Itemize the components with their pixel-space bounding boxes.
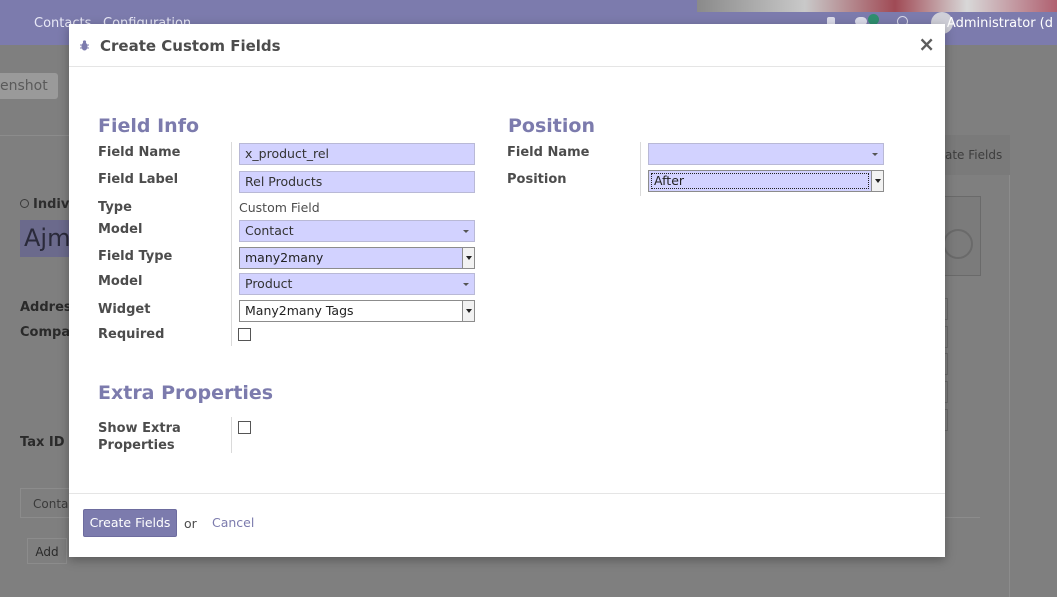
close-icon[interactable]: × (918, 33, 935, 55)
partner-name-field[interactable]: Ajm (20, 220, 70, 257)
field-name-input[interactable]: x_product_rel (239, 143, 475, 165)
required-checkbox[interactable] (238, 328, 251, 341)
add-button[interactable]: Add (27, 538, 67, 564)
field-type-label: Field Type (98, 249, 173, 264)
dialog-header: Create Custom Fields × (69, 24, 945, 67)
chevron-down-icon (872, 153, 878, 156)
image-placeholder[interactable] (942, 196, 981, 276)
field-type-value: many2many (245, 250, 324, 265)
radio-icon (20, 199, 29, 208)
individual-radio[interactable]: Indiv (20, 197, 69, 212)
extra-properties-separator (231, 417, 232, 453)
or-text: or (184, 516, 197, 531)
position-field-name-label: Field Name (507, 145, 590, 160)
select-arrow-button (462, 248, 474, 268)
create-fields-tab-label: ate Fields (945, 148, 1003, 162)
model-value: Contact (245, 223, 294, 238)
show-extra-label-line1: Show Extra (98, 421, 181, 436)
related-model-label: Model (98, 274, 143, 289)
field-label-input[interactable]: Rel Products (239, 171, 475, 193)
show-extra-label-line2: Properties (98, 438, 175, 453)
position-separator (640, 142, 641, 196)
select-arrow-button (462, 301, 474, 321)
user-menu[interactable]: Administrator (d (947, 16, 1053, 31)
focus-ring (651, 173, 869, 189)
chevron-down-icon (463, 283, 469, 286)
chevron-down-icon (463, 230, 469, 233)
create-custom-fields-dialog: Create Custom Fields × Field Info Field … (69, 24, 945, 557)
bug-icon (80, 40, 89, 51)
model-dropdown[interactable]: Contact (239, 220, 475, 242)
create-fields-button[interactable]: Create Fields (83, 509, 177, 537)
show-extra-properties-checkbox[interactable] (238, 421, 251, 434)
field-info-separator (231, 142, 232, 346)
required-label: Required (98, 327, 165, 342)
camera-plus-icon (943, 229, 973, 259)
cancel-link[interactable]: Cancel (212, 515, 254, 530)
widget-value: Many2many Tags (245, 303, 354, 318)
related-model-value: Product (245, 276, 293, 291)
chevron-down-icon (466, 309, 472, 313)
related-model-dropdown[interactable]: Product (239, 273, 475, 295)
position-label: Position (507, 172, 567, 187)
create-fields-tab[interactable]: ate Fields (944, 135, 1010, 175)
field-type-select[interactable]: many2many (239, 247, 475, 269)
tab-contacts[interactable]: Contac (20, 488, 75, 518)
dialog-footer: Create Fields or Cancel (69, 493, 945, 557)
model-label: Model (98, 222, 143, 237)
chevron-down-icon (466, 256, 472, 260)
position-heading: Position (508, 115, 595, 137)
extra-properties-heading: Extra Properties (98, 382, 274, 404)
field-info-heading: Field Info (98, 115, 200, 137)
type-label: Type (98, 200, 132, 215)
field-label-label: Field Label (98, 172, 179, 187)
field-name-label: Field Name (98, 145, 181, 160)
position-select[interactable]: After (648, 170, 884, 192)
show-extra-properties-label: Show Extra Properties (98, 420, 181, 454)
header-banner-image (697, 0, 1057, 12)
widget-label: Widget (98, 302, 151, 317)
position-field-name-dropdown[interactable] (648, 143, 884, 165)
chevron-down-icon (875, 179, 881, 183)
widget-select[interactable]: Many2many Tags (239, 300, 475, 322)
tax-id-label: Tax ID (20, 435, 65, 450)
select-arrow-button (871, 171, 883, 191)
dialog-title: Create Custom Fields (100, 37, 281, 55)
screenshot-button[interactable]: enshot (0, 73, 58, 99)
type-value: Custom Field (239, 200, 320, 215)
individual-label: Indiv (33, 197, 70, 212)
